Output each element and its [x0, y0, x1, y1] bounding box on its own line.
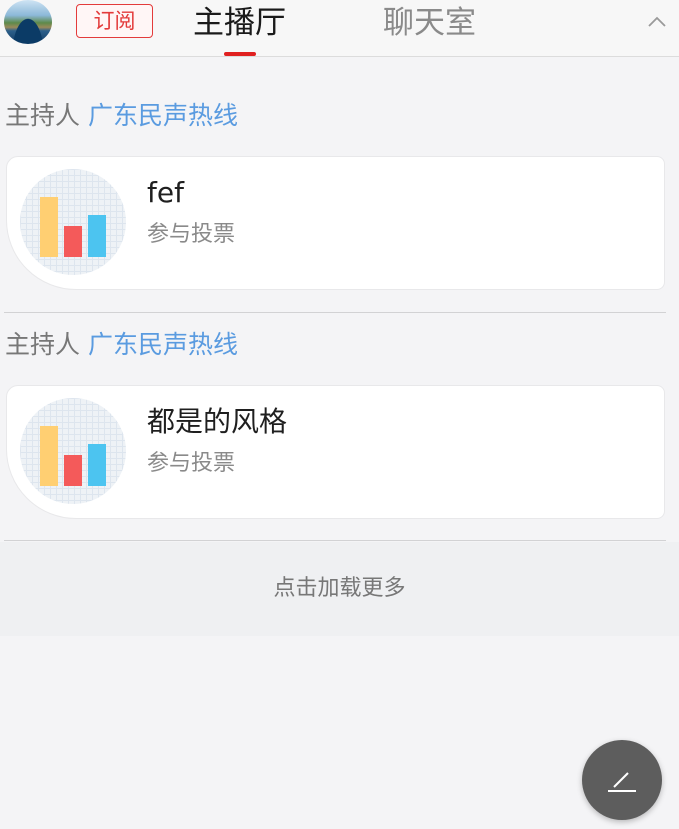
host-prefix: 主持人 [5, 101, 81, 130]
host-prefix: 主持人 [5, 330, 81, 359]
bar-chart-icon [20, 169, 126, 275]
channel-avatar[interactable] [4, 0, 52, 44]
vote-subtitle: 参与投票 [147, 222, 236, 247]
vote-subtitle: 参与投票 [147, 451, 236, 476]
vote-title: 都是的风格 [147, 405, 288, 438]
divider [4, 540, 666, 541]
tab-chat-room[interactable]: 聊天室 [383, 3, 476, 43]
vote-card[interactable]: 都是的风格 参与投票 [6, 385, 665, 519]
host-line: 主持人 广东民声热线 [5, 329, 238, 361]
bar-chart-icon [20, 398, 126, 504]
compose-fab-button[interactable] [582, 740, 662, 820]
vote-title: fef [147, 176, 184, 209]
divider [4, 312, 666, 313]
subscribe-button[interactable]: 订阅 [76, 4, 153, 38]
top-bar: 订阅 主播厅 聊天室 [0, 0, 679, 57]
edit-pen-icon [608, 772, 636, 792]
host-name-link[interactable]: 广东民声热线 [88, 101, 238, 130]
chevron-up-icon[interactable] [645, 10, 669, 34]
load-more-button[interactable]: 点击加载更多 [0, 542, 679, 636]
vote-card[interactable]: fef 参与投票 [6, 156, 665, 290]
host-name-link[interactable]: 广东民声热线 [88, 330, 238, 359]
post-list: 主持人 广东民声热线 fef 参与投票 主持人 广东民声热线 都是的风格 参与投… [0, 58, 679, 541]
active-tab-indicator [224, 52, 256, 56]
host-line: 主持人 广东民声热线 [5, 100, 238, 132]
tab-host-hall[interactable]: 主播厅 [193, 3, 286, 43]
